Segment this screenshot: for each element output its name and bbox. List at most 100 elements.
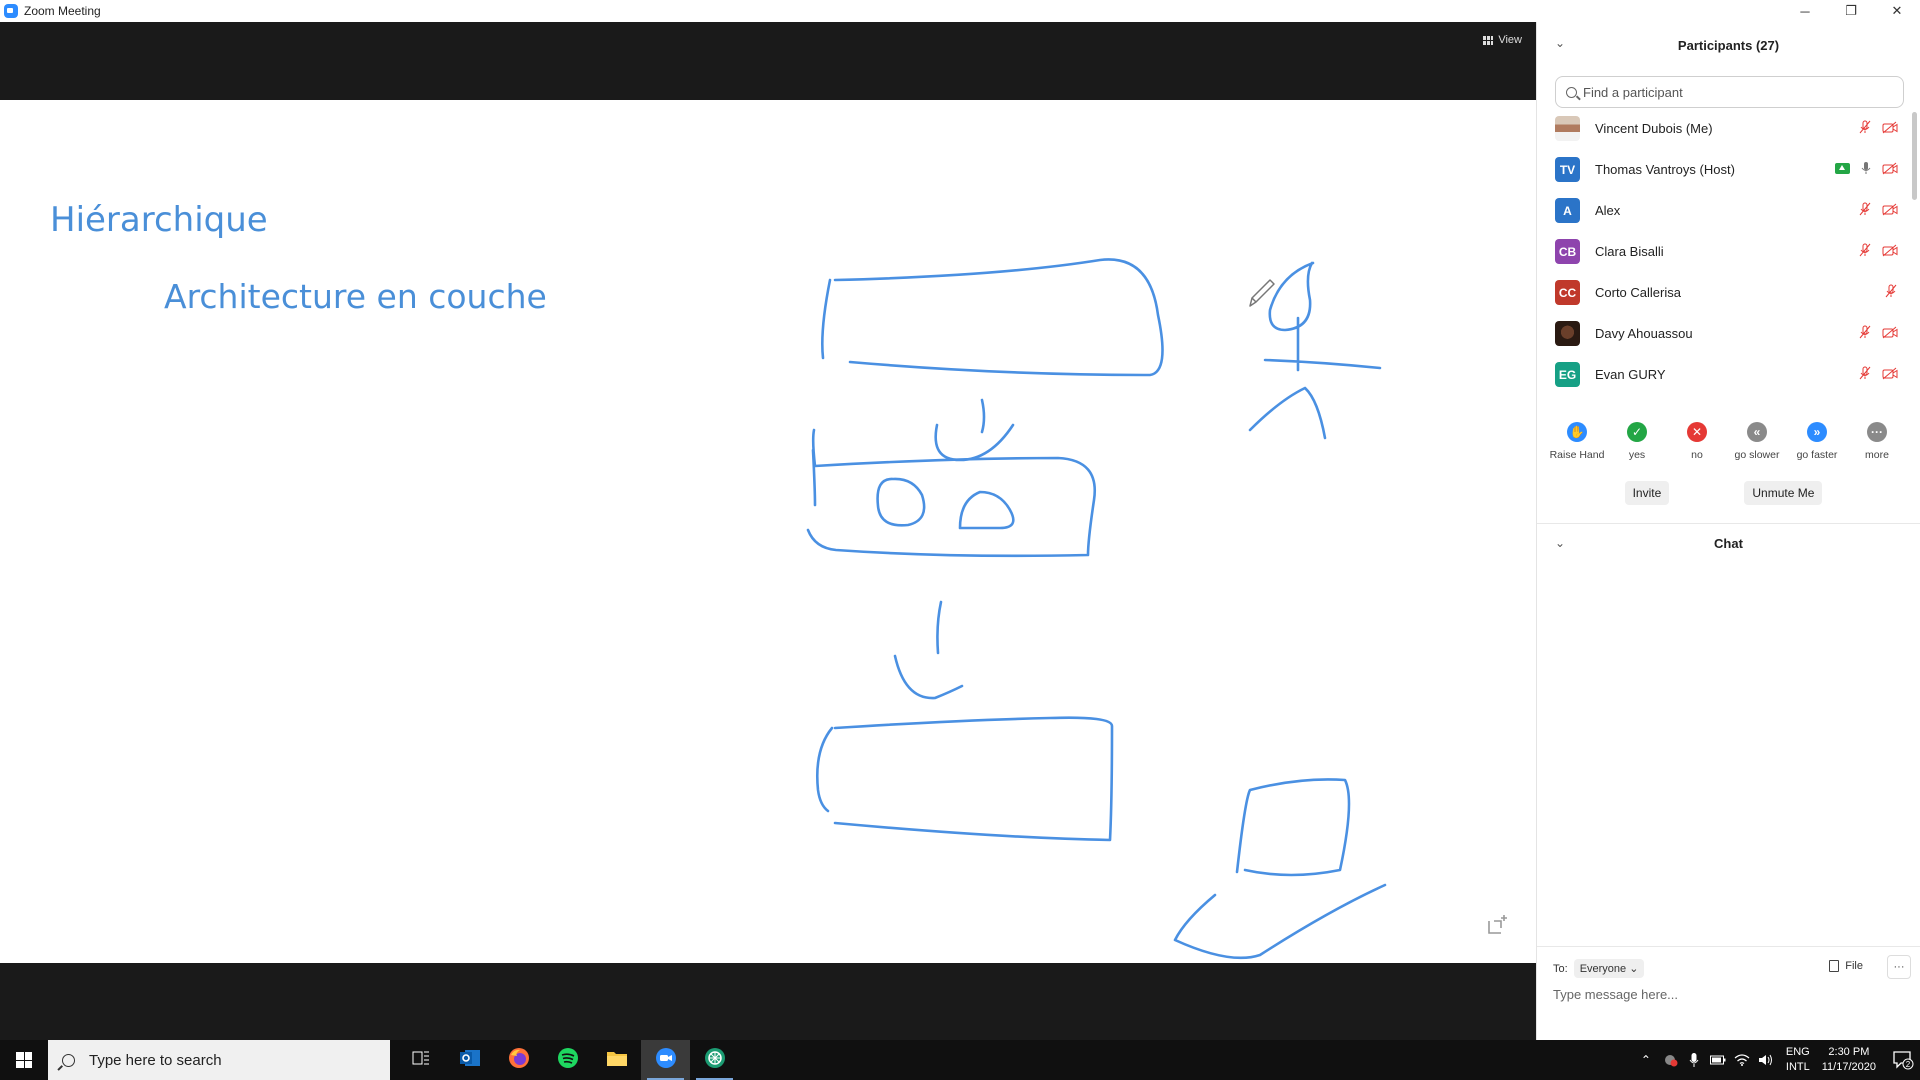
chat-header: ⌄ Chat [1537, 523, 1920, 563]
reaction-label: Raise Hand [1549, 449, 1605, 461]
language-code: ENG [1785, 1046, 1810, 1058]
avatar [1555, 116, 1580, 141]
file-explorer-taskbar-button[interactable] [592, 1040, 641, 1080]
app-green-taskbar-button[interactable] [690, 1040, 739, 1080]
participant-name: Vincent Dubois (Me) [1595, 121, 1713, 136]
unmute-me-button[interactable]: Unmute Me [1744, 481, 1823, 505]
minimize-button[interactable]: ─ [1782, 0, 1828, 22]
outlook-taskbar-button[interactable] [445, 1040, 494, 1080]
annotation-toolbar-icon[interactable] [1484, 913, 1510, 939]
zoom-taskbar-button[interactable] [641, 1040, 690, 1080]
reaction-yes-button[interactable]: ✓ yes [1607, 422, 1667, 461]
collapse-chevron-icon[interactable]: ⌄ [1555, 36, 1565, 50]
whiteboard-drawing [806, 258, 1387, 960]
more-icon: ··· [1867, 422, 1887, 442]
participant-name: Thomas Vantroys (Host) [1595, 162, 1735, 177]
taskbar-search[interactable] [48, 1040, 390, 1080]
avatar: A [1555, 198, 1580, 223]
chat-more-button[interactable]: ··· [1887, 955, 1911, 979]
participant-name: Corto Callerisa [1595, 285, 1681, 300]
taskbar-apps [396, 1040, 739, 1080]
title-bar: Zoom Meeting ─ ❐ ✕ [0, 0, 1920, 22]
taskbar-search-input[interactable] [89, 1051, 349, 1069]
recipient-dropdown[interactable]: Everyone ⌄ [1573, 959, 1645, 978]
participant-row[interactable]: CC Corto Callerisa [1537, 272, 1920, 313]
participant-status-icons [1858, 366, 1898, 380]
chat-collapse-chevron-icon[interactable]: ⌄ [1555, 536, 1565, 550]
participant-status-icons [1858, 325, 1898, 339]
start-button[interactable] [0, 1040, 48, 1080]
input-language[interactable]: ENG INTL [1786, 1045, 1810, 1075]
maximize-button[interactable]: ❐ [1828, 0, 1874, 22]
mic-muted-icon [1859, 366, 1871, 380]
participant-row[interactable]: A Alex [1537, 190, 1920, 231]
reaction-go-faster-button[interactable]: » go faster [1787, 422, 1847, 461]
reaction-label: go slower [1734, 449, 1780, 461]
screen-share-icon [1835, 162, 1850, 174]
shared-screen: Hiérarchique Architecture en couche [0, 100, 1536, 963]
task-view-icon [412, 1050, 430, 1071]
volume-icon[interactable] [1754, 1040, 1778, 1080]
view-label: View [1498, 34, 1522, 46]
participant-row[interactable]: CB Clara Bisalli [1537, 231, 1920, 272]
microphone-icon[interactable] [1682, 1040, 1706, 1080]
show-hidden-icons[interactable]: ⌃ [1634, 1040, 1658, 1080]
invite-button[interactable]: Invite [1624, 481, 1670, 505]
avatar: TV [1555, 157, 1580, 182]
spotify-taskbar-button[interactable] [543, 1040, 592, 1080]
video-off-icon [1882, 326, 1898, 338]
participants-title: Participants (27) [1677, 37, 1780, 53]
participant-row[interactable]: TV Thomas Vantroys (Host) [1537, 149, 1920, 190]
participant-row[interactable]: Davy Ahouassou [1537, 313, 1920, 354]
avatar [1555, 321, 1580, 346]
taskbar-search-icon [62, 1053, 75, 1067]
tray-app-icon[interactable] [1658, 1040, 1682, 1080]
clock-time: 2:30 PM [1828, 1046, 1870, 1058]
participant-row[interactable]: EG Evan GURY [1537, 354, 1920, 395]
notification-center-button[interactable]: 2 [1886, 1040, 1920, 1080]
close-button[interactable]: ✕ [1874, 0, 1920, 22]
file-explorer-icon [606, 1049, 628, 1072]
reaction-label: more [1865, 449, 1889, 461]
participant-name: Evan GURY [1595, 367, 1666, 382]
video-off-icon [1882, 203, 1898, 215]
participant-name: Clara Bisalli [1595, 244, 1664, 259]
wifi-icon[interactable] [1730, 1040, 1754, 1080]
reaction-more-button[interactable]: ··· more [1847, 422, 1907, 461]
participant-actions: Invite Unmute Me [1537, 481, 1920, 505]
fast-forward-icon: » [1807, 422, 1827, 442]
video-off-icon [1882, 244, 1898, 256]
reaction-bar: ✋ Raise Hand ✓ yes ✕ no « go slower » go faster ··… [1537, 422, 1920, 461]
participant-search-input[interactable] [1583, 84, 1883, 100]
participant-name: Alex [1595, 203, 1621, 218]
reaction-raise-hand-button[interactable]: ✋ Raise Hand [1547, 422, 1607, 461]
chat-message-input[interactable] [1553, 987, 1893, 1002]
reaction-no-button[interactable]: ✕ no [1667, 422, 1727, 461]
check-icon: ✓ [1627, 422, 1647, 442]
task-view-taskbar-button[interactable] [396, 1040, 445, 1080]
search-icon [1566, 86, 1577, 98]
participant-name: Davy Ahouassou [1595, 326, 1693, 341]
clock[interactable]: 2:30 PM 11/17/2020 [1822, 1045, 1876, 1075]
taskbar: ⌃ ENG INTL 2:30 PM 11/17/2020 2 [0, 1040, 1920, 1080]
battery-icon[interactable] [1706, 1040, 1730, 1080]
clock-date: 11/17/2020 [1821, 1061, 1876, 1073]
view-button[interactable]: View [1483, 34, 1522, 46]
participant-status-icons [1858, 202, 1898, 216]
participant-row[interactable]: Vincent Dubois (Me) [1537, 108, 1920, 149]
windows-logo-icon [16, 1052, 32, 1068]
notification-count: 2 [1906, 1060, 1911, 1069]
firefox-taskbar-button[interactable] [494, 1040, 543, 1080]
mic-muted-icon [1859, 202, 1871, 216]
file-button[interactable]: File [1829, 960, 1863, 972]
reaction-go-slower-button[interactable]: « go slower [1727, 422, 1787, 461]
drawn-arrow-2 [893, 600, 964, 700]
drawn-laptop [1173, 778, 1387, 960]
x-icon: ✕ [1687, 422, 1707, 442]
raise-hand-icon: ✋ [1567, 422, 1587, 442]
app-green-icon [704, 1047, 726, 1074]
participant-status-icons [1858, 243, 1898, 257]
notification-icon: 2 [1893, 1051, 1914, 1070]
participant-search[interactable] [1555, 76, 1904, 108]
drawn-arrow-1 [934, 398, 1015, 462]
